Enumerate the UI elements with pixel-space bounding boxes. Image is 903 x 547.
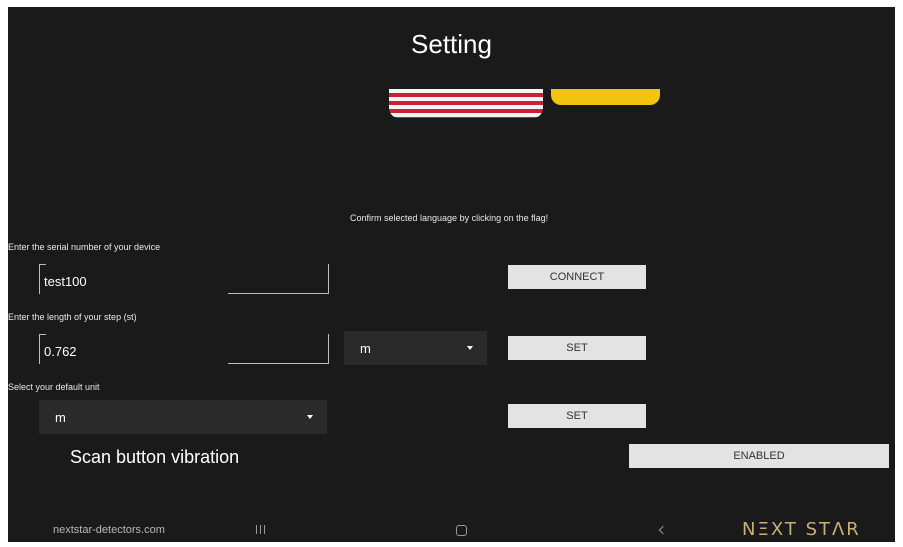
back-icon[interactable] [658, 525, 668, 535]
serial-label: Enter the serial number of your device [8, 242, 161, 252]
default-unit-select[interactable]: m [39, 400, 327, 434]
language-hint: Confirm selected language by clicking on… [350, 213, 549, 223]
serial-input-value: test100 [44, 274, 87, 289]
vibration-label: Scan button vibration [70, 447, 240, 467]
step-label: Enter the length of your step (st) [8, 312, 137, 322]
set-unit-button[interactable]: SET [508, 404, 646, 428]
default-unit-label: Select your default unit [8, 382, 100, 392]
vibration-toggle-button[interactable]: ENABLED [629, 444, 889, 468]
default-unit-value: m [55, 409, 66, 425]
recent-apps-icon[interactable] [256, 525, 265, 534]
settings-screen: Setting Confirm selected language by cli… [8, 7, 895, 542]
step-length-input[interactable]: 0.762 [39, 334, 329, 364]
bottom-bar: nextstar-detectors.com NΞXT STΛR [8, 517, 895, 542]
set-step-button[interactable]: SET [508, 336, 646, 360]
step-length-value: 0.762 [44, 344, 77, 359]
dropdown-arrow-icon [467, 346, 473, 350]
page-title: Setting [411, 29, 492, 59]
home-icon[interactable] [456, 525, 467, 536]
us-flag-button[interactable] [389, 89, 543, 118]
website-link[interactable]: nextstar-detectors.com [53, 524, 165, 536]
serial-input[interactable]: test100 [39, 264, 329, 294]
step-unit-select[interactable]: m [344, 331, 487, 365]
yellow-flag-button[interactable] [551, 89, 660, 105]
dropdown-arrow-icon [307, 415, 313, 419]
connect-button[interactable]: CONNECT [508, 265, 646, 289]
step-unit-value: m [360, 340, 371, 356]
brand-logo: NΞXT STΛR [742, 519, 861, 540]
